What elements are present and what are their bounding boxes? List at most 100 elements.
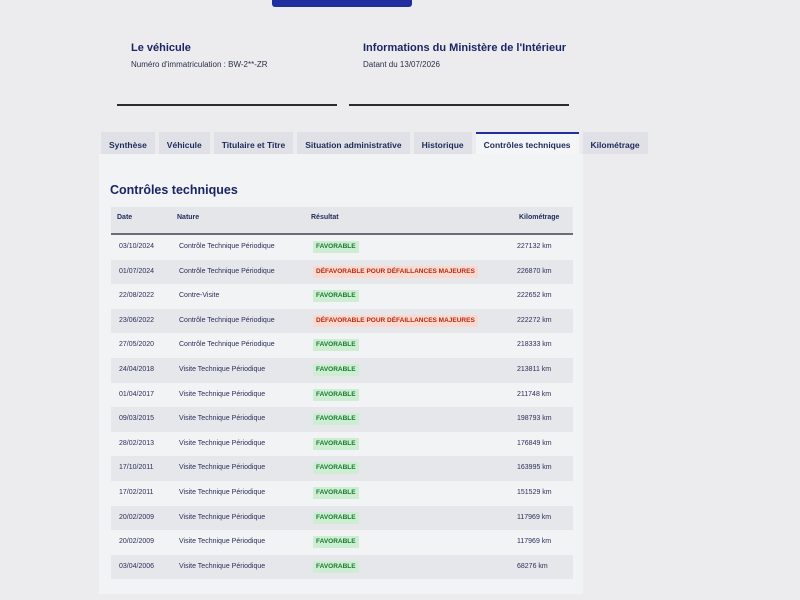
ministry-card: Informations du Ministère de l'Intérieur…: [349, 40, 569, 106]
table-row: 27/05/2020 Contrôle Technique Périodique F…: [111, 333, 573, 358]
row-result: FAVORABLE: [313, 290, 359, 303]
row-nature: Contre-Visite: [179, 292, 220, 300]
row-date: 03/04/2006: [119, 562, 155, 570]
section-title: Contrôles techniques: [110, 183, 238, 197]
row-result: FAVORABLE: [313, 241, 359, 253]
header-date: Date: [117, 214, 133, 221]
result-badge: FAVORABLE: [313, 290, 359, 303]
table-row: 20/02/2009 Visite Technique Périodique FAV…: [111, 530, 573, 555]
row-result: FAVORABLE: [313, 462, 359, 475]
row-date: 23/06/2022: [119, 316, 155, 324]
vehicle-card: Le véhicule Numéro d'immatriculation : B…: [117, 40, 337, 106]
result-badge: FAVORABLE: [313, 413, 359, 426]
row-nature: Contrôle Technique Périodique: [179, 341, 275, 349]
result-badge: DÉFAVORABLE POUR DÉFAILLANCES MAJEURES: [313, 314, 478, 327]
row-mileage: 213811 km: [517, 365, 552, 373]
row-nature: Visite Technique Périodique: [179, 464, 266, 472]
row-nature: Visite Technique Périodique: [179, 415, 266, 423]
table-row: 17/02/2011 Visite Technique Périodique FAV…: [111, 481, 573, 506]
row-nature: Visite Technique Périodique: [179, 439, 266, 447]
row-date: 28/02/2013: [119, 439, 155, 447]
row-nature: Visite Technique Périodique: [179, 390, 266, 398]
row-date: 09/03/2015: [119, 415, 155, 423]
result-badge: FAVORABLE: [313, 363, 359, 376]
result-badge: FAVORABLE: [313, 486, 359, 499]
table-row: 22/08/2022 Contre-Visite FAVORABLE 222652 k…: [111, 284, 573, 309]
ministry-card-title: Informations du Ministère de l'Intérieur: [363, 42, 567, 54]
row-date: 27/05/2020: [119, 341, 155, 349]
tab-synthese[interactable]: Synthèse: [101, 132, 155, 154]
row-date: 20/02/2009: [119, 538, 155, 546]
ministry-date: Datant du 13/07/2026: [363, 60, 440, 69]
table-row: 01/07/2024 Contrôle Technique Périodique D…: [111, 259, 573, 285]
row-mileage: 226870 km: [517, 267, 552, 275]
row-date: 17/02/2011: [119, 488, 154, 496]
tab-vehicule[interactable]: Véhicule: [158, 132, 210, 154]
row-result: FAVORABLE: [313, 413, 359, 426]
row-result: FAVORABLE: [313, 388, 359, 401]
header-result: Résultat: [311, 214, 339, 221]
row-result: FAVORABLE: [313, 536, 359, 549]
row-nature: Visite Technique Périodique: [179, 513, 266, 521]
row-date: 01/07/2024: [119, 267, 155, 275]
row-result: FAVORABLE: [313, 363, 359, 376]
inspections-table: Date Nature Résultat Kilométrage 03/10/2…: [111, 207, 573, 580]
row-date: 20/02/2009: [119, 513, 155, 521]
result-badge: FAVORABLE: [313, 511, 359, 524]
tab-kilometrage[interactable]: Kilométrage: [582, 132, 648, 154]
top-action-button[interactable]: [272, 0, 412, 7]
row-mileage: 218333 km: [517, 341, 552, 349]
table-row: 17/10/2011 Visite Technique Périodique FAV…: [111, 456, 573, 481]
row-nature: Contrôle Technique Périodique: [179, 243, 275, 250]
tab-situation[interactable]: Situation administrative: [297, 132, 410, 154]
row-mileage: 176849 km: [517, 439, 552, 447]
row-mileage: 117969 km: [517, 538, 552, 546]
row-mileage: 227132 km: [517, 243, 552, 250]
row-result: FAVORABLE: [313, 511, 359, 524]
tab-titulaire[interactable]: Titulaire et Titre: [213, 132, 294, 154]
header-nature: Nature: [177, 214, 200, 221]
result-badge: FAVORABLE: [313, 388, 359, 401]
table-row: 24/04/2018 Visite Technique Périodique FAV…: [111, 357, 573, 383]
tab-historique[interactable]: Historique: [413, 132, 472, 154]
row-result: DÉFAVORABLE POUR DÉFAILLANCES MAJEURES: [313, 265, 478, 278]
row-result: FAVORABLE: [313, 560, 359, 573]
result-badge: DÉFAVORABLE POUR DÉFAILLANCES MAJEURES: [313, 265, 478, 278]
tab-bar: Synthèse Véhicule Titulaire et Titre Sit…: [101, 132, 648, 154]
row-date: 17/10/2011: [119, 464, 154, 472]
table-row: 01/04/2017 Visite Technique Périodique FAV…: [111, 383, 573, 408]
row-nature: Visite Technique Périodique: [179, 562, 266, 570]
row-result: FAVORABLE: [313, 339, 359, 352]
row-mileage: 211748 km: [517, 390, 552, 398]
table-header: Date Nature Résultat Kilométrage: [111, 207, 573, 235]
row-mileage: 222652 km: [517, 292, 552, 300]
row-nature: Contrôle Technique Périodique: [179, 267, 275, 275]
result-badge: FAVORABLE: [313, 339, 359, 352]
table-row: 28/02/2013 Visite Technique Périodique FAV…: [111, 432, 573, 457]
row-mileage: 198793 km: [517, 415, 552, 423]
row-date: 03/10/2024: [119, 243, 155, 250]
table-row: 09/03/2015 Visite Technique Périodique FAV…: [111, 407, 573, 432]
row-nature: Visite Technique Périodique: [179, 538, 266, 546]
header-mileage: Kilométrage: [519, 214, 560, 221]
vehicle-card-title: Le véhicule: [131, 42, 191, 54]
row-nature: Visite Technique Périodique: [179, 488, 266, 496]
result-badge: FAVORABLE: [313, 437, 359, 450]
row-date: 22/08/2022: [119, 292, 155, 300]
table-body: 03/10/2024 Contrôle Technique Périodique F…: [111, 235, 573, 580]
row-mileage: 163995 km: [517, 464, 552, 472]
row-date: 01/04/2017: [119, 390, 155, 398]
row-mileage: 117969 km: [517, 513, 552, 521]
result-badge: FAVORABLE: [313, 536, 359, 549]
table-row: 20/02/2009 Visite Technique Périodique FAV…: [111, 505, 573, 531]
row-mileage: 222272 km: [517, 316, 552, 324]
result-badge: FAVORABLE: [313, 241, 359, 253]
row-mileage: 151529 km: [517, 488, 552, 496]
table-row: 23/06/2022 Contrôle Technique Périodique D…: [111, 308, 573, 334]
tab-controles[interactable]: Contrôles techniques: [475, 132, 579, 154]
row-mileage: 68276 km: [517, 562, 548, 570]
row-result: DÉFAVORABLE POUR DÉFAILLANCES MAJEURES: [313, 314, 478, 327]
table-row: 03/04/2006 Visite Technique Périodique FAV…: [111, 554, 573, 580]
row-nature: Visite Technique Périodique: [179, 365, 266, 373]
registration-number: Numéro d'immatriculation : BW-2**-ZR: [131, 60, 268, 69]
